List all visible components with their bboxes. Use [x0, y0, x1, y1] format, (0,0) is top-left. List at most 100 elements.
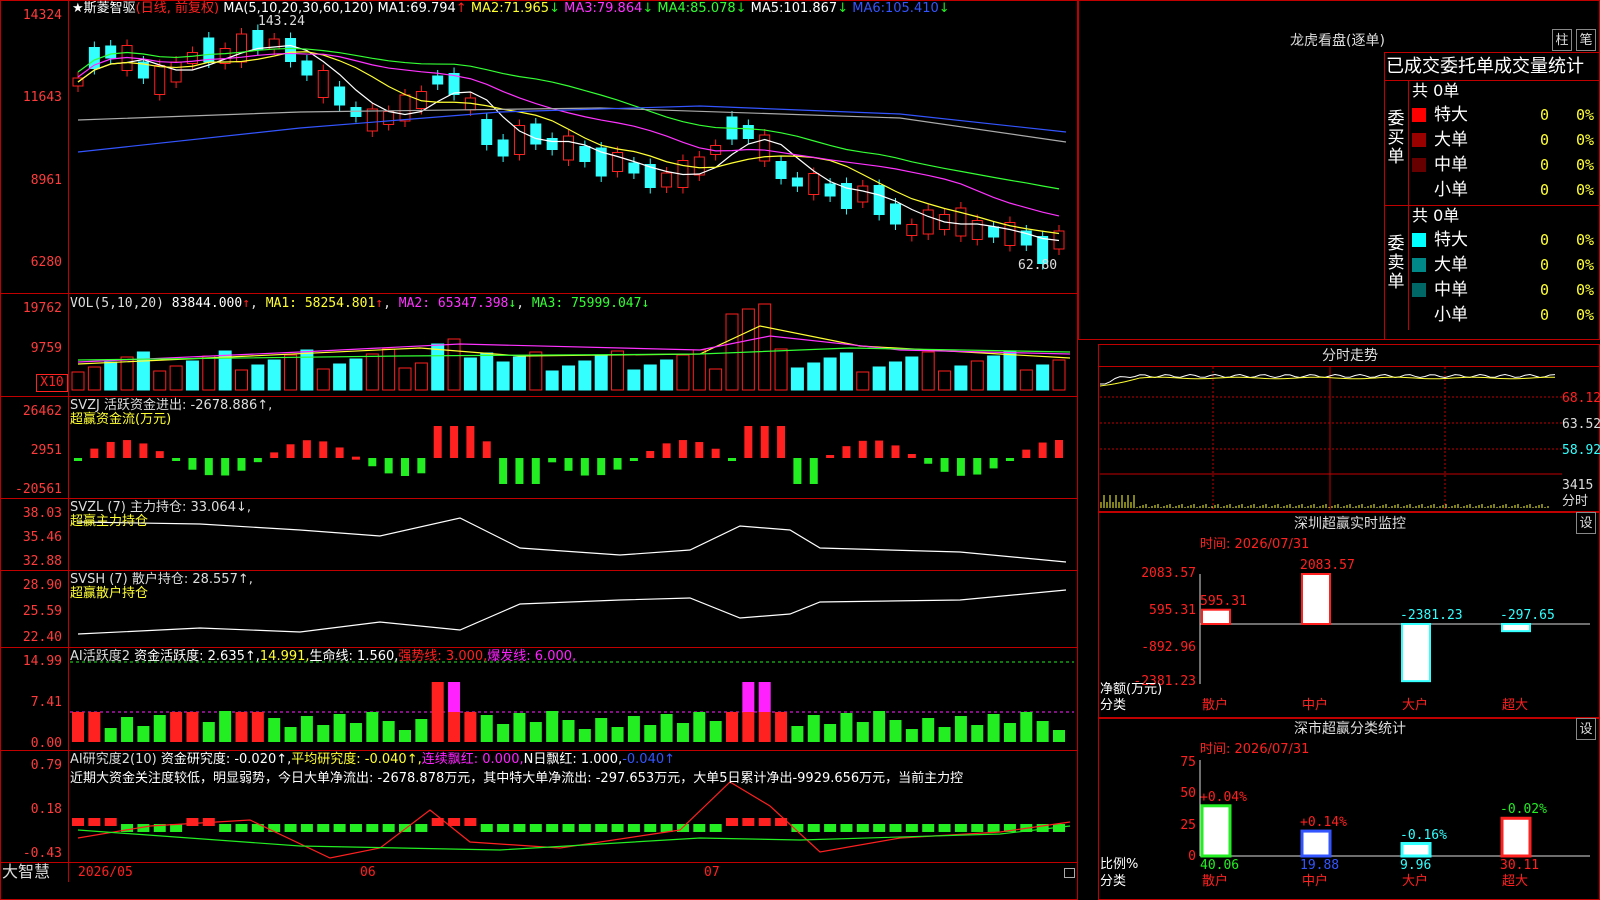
candle — [988, 226, 1000, 238]
svzj-bar — [809, 458, 818, 484]
research-line — [77, 781, 1071, 859]
ai2-tick-2: 0.18 — [30, 802, 62, 817]
activity-bar — [611, 727, 624, 742]
tick-view-button[interactable]: 笔 — [1576, 29, 1596, 51]
candle — [742, 125, 754, 139]
candle — [873, 185, 885, 215]
volume-bar — [512, 356, 526, 391]
svzl-line — [77, 517, 1067, 563]
dragon-panel — [1078, 0, 1600, 340]
volume-bar — [807, 362, 821, 391]
svzj-bar — [221, 458, 230, 476]
app-logo: 大智慧 — [2, 862, 51, 881]
svzj-bar — [384, 458, 393, 474]
lock-icon[interactable] — [1064, 868, 1075, 878]
price-tick-1: 14324 — [22, 8, 62, 23]
research-bar — [627, 824, 640, 832]
volume-bar — [774, 348, 788, 391]
svzj-bar — [401, 458, 409, 476]
activity-bar — [954, 716, 967, 742]
order-count: 0 — [1540, 281, 1550, 299]
activity-bar — [1036, 721, 1049, 742]
candle — [366, 108, 378, 132]
candle — [922, 209, 934, 235]
order-color-swatch — [1412, 258, 1426, 272]
svzj-bar — [842, 446, 851, 458]
svzj-bar — [466, 426, 475, 458]
research-bar — [88, 818, 101, 826]
volume-bar — [365, 353, 379, 391]
svzj-bar — [172, 458, 181, 461]
volume-bar — [676, 354, 690, 391]
svzj-bar — [499, 458, 508, 484]
activity-bar — [448, 712, 461, 742]
bar-view-button[interactable]: 柱 — [1552, 29, 1572, 51]
research-bar — [922, 824, 935, 832]
price-tick-4: 6280 — [30, 255, 62, 270]
research-bar — [856, 824, 869, 832]
activity-bar — [824, 724, 837, 742]
volume-bar — [741, 308, 755, 391]
research-bar — [235, 824, 248, 832]
research-bar — [284, 824, 297, 832]
research-bar — [497, 824, 510, 832]
classify-settings-button[interactable]: 设 — [1576, 718, 1596, 740]
monitor-settings-button[interactable]: 设 — [1576, 512, 1596, 534]
research-bar — [366, 824, 379, 832]
order-color-swatch — [1412, 133, 1426, 147]
svzj-bar — [319, 441, 328, 458]
research-bar — [480, 824, 493, 832]
activity-bar — [431, 682, 444, 742]
order-percent: 0% — [1576, 256, 1595, 274]
order-color-swatch — [1412, 158, 1426, 172]
svzj-bar — [744, 426, 753, 458]
ma-value-3: MA3:79.864 — [564, 1, 643, 16]
candle — [334, 86, 346, 106]
ma-value-1: MA1:69.794 — [377, 1, 456, 16]
research-bar — [464, 818, 477, 826]
candle — [808, 173, 820, 195]
svzl-tick-3: 32.88 — [22, 554, 62, 569]
activity-bar — [300, 716, 313, 742]
monitor-bar-label: -297.65 — [1500, 608, 1555, 623]
classify-value: 30.11 — [1500, 858, 1540, 873]
candle — [203, 37, 215, 63]
research-bar — [644, 824, 657, 832]
research-bar — [529, 824, 542, 832]
research-bar — [415, 824, 428, 832]
activity-bar — [709, 721, 722, 742]
svzj-bar — [956, 458, 965, 476]
candle — [105, 45, 117, 59]
volume-bar — [954, 365, 968, 391]
order-size-label: 中单 — [1434, 280, 1468, 300]
activity-bar — [660, 714, 673, 742]
svzj-bar — [335, 447, 344, 458]
svzj-bar — [90, 448, 99, 458]
intraday-panel — [1098, 344, 1600, 512]
activity-bar — [104, 728, 117, 742]
activity-bar — [170, 712, 183, 742]
order-count: 0 — [1540, 106, 1550, 124]
candle — [661, 172, 673, 188]
research-bar — [268, 824, 281, 832]
activity-bar — [349, 723, 362, 742]
candle — [775, 161, 787, 179]
activity-bar — [366, 712, 379, 742]
volume-bar — [251, 364, 265, 391]
stock-name[interactable]: 斯菱智驱 — [84, 1, 136, 16]
order-total: 共 0单 — [1412, 81, 1460, 100]
chart-mode[interactable]: (日线, 前复权) — [136, 1, 219, 16]
order-size-label: 大单 — [1434, 255, 1468, 275]
classify-xlabel: 分类 — [1100, 874, 1127, 889]
svsh-tick-1: 28.90 — [22, 578, 62, 593]
research-bar — [709, 824, 722, 832]
svzj-bar — [629, 458, 638, 461]
candle — [481, 119, 493, 145]
volume-bar — [562, 365, 575, 391]
candle — [530, 123, 542, 145]
ma-value-5: MA5:101.867 — [750, 1, 838, 16]
volume-bar — [267, 359, 281, 391]
activity-bar — [202, 722, 215, 742]
volume-bar — [643, 364, 657, 391]
candle — [170, 61, 182, 83]
